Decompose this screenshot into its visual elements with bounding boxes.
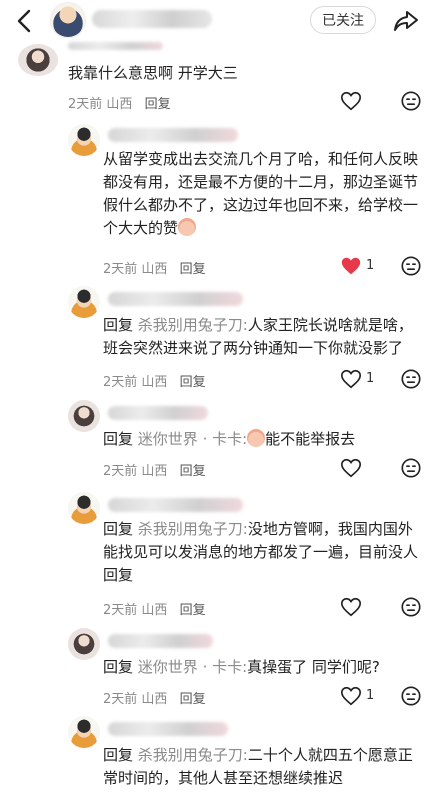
heart-icon[interactable] (340, 368, 362, 390)
comment-meta: 2天前 山西 回复 (103, 688, 206, 707)
reply-button[interactable]: 回复 (180, 375, 206, 390)
reply-prefix: 回复 (103, 430, 134, 448)
username-blurred (108, 634, 213, 648)
heart-icon[interactable] (340, 90, 362, 112)
comment-text: 回复 迷你世界 · 卡卡:真操蛋了 同学们呢? (103, 656, 423, 679)
comment-text: 回复 杀我别用兔子刀:人家王院长说啥就是啥，班会突然进来说了两分钟通知一下你就没… (103, 314, 423, 360)
heart-filled-icon[interactable] (340, 255, 362, 277)
comment-time: 2天前 (103, 464, 138, 479)
reply-button[interactable]: 回复 (145, 97, 171, 112)
comment-text: 回复 杀我别用兔子刀:二十个人就四五个愿意正常时间的，其他人甚至还想继续推迟 (103, 744, 423, 790)
comment-location: 山西 (141, 692, 168, 707)
avatar[interactable] (68, 492, 100, 524)
reply-target[interactable]: 杀我别用兔子刀: (138, 746, 248, 764)
comment-location: 山西 (141, 262, 168, 277)
reply-button[interactable]: 回复 (180, 262, 206, 277)
username-blurred (108, 498, 243, 512)
heart-icon[interactable] (340, 596, 362, 618)
avatar[interactable] (68, 400, 100, 432)
reply-target[interactable]: 迷你世界 · 卡卡: (138, 658, 247, 676)
dislike-face-icon[interactable] (400, 685, 422, 707)
username-blurred (108, 722, 228, 736)
comment-text: 回复 杀我别用兔子刀:没地方管啊，我国内国外能找见可以发消息的地方都发了一遍，目… (103, 518, 423, 587)
comment-meta: 2天前 山西 回复 (103, 258, 206, 277)
comment-meta: 2天前 山西 回复 (103, 371, 206, 390)
reply-button[interactable]: 回复 (180, 603, 206, 618)
comment-text: 回复 迷你世界 · 卡卡: 能不能举报去 (103, 428, 423, 451)
avatar[interactable] (18, 44, 58, 76)
comment-body: 真操蛋了 同学们呢? (247, 658, 380, 676)
reply-prefix: 回复 (103, 658, 134, 676)
reply-prefix: 回复 (103, 520, 134, 538)
chevron-left-icon[interactable] (10, 6, 40, 36)
avatar[interactable] (68, 628, 100, 660)
comment-time: 2天前 (68, 97, 103, 112)
dislike-face-icon[interactable] (400, 368, 422, 390)
comment-time: 2天前 (103, 262, 138, 277)
comment-body: 从留学变成出去交流几个月了哈，和任何人反映都没有用，还是最不方便的十二月，那边圣… (103, 150, 419, 237)
heart-icon[interactable] (340, 457, 362, 479)
avatar[interactable] (68, 716, 100, 748)
comment-body: 能不能举报去 (265, 430, 356, 448)
peach-emoji-icon (178, 218, 197, 236)
username-blurred (108, 406, 208, 420)
author-name-blurred (92, 10, 212, 28)
top-bar: 已关注 (0, 0, 435, 44)
comment-meta: 2天前 山西 回复 (103, 460, 206, 479)
heart-icon[interactable] (340, 685, 362, 707)
dislike-face-icon[interactable] (400, 90, 422, 112)
author-avatar[interactable] (50, 2, 86, 38)
comment-location: 山西 (106, 97, 133, 112)
reply-button[interactable]: 回复 (180, 464, 206, 479)
avatar[interactable] (68, 124, 100, 156)
comment-time: 2天前 (103, 692, 138, 707)
reply-target[interactable]: 杀我别用兔子刀: (138, 520, 248, 538)
dislike-face-icon[interactable] (400, 596, 422, 618)
username-blurred (108, 128, 238, 142)
comment-meta: 2天前 山西 回复 (103, 599, 206, 618)
like-count: 1 (366, 258, 375, 273)
avatar[interactable] (68, 286, 100, 318)
reply-target[interactable]: 杀我别用兔子刀: (138, 316, 248, 334)
username-blurred (108, 292, 243, 306)
comment-text: 我靠什么意思啊 开学大三 (68, 64, 238, 82)
reply-prefix: 回复 (103, 316, 134, 334)
comment-time: 2天前 (103, 375, 138, 390)
comment-location: 山西 (141, 464, 168, 479)
reply-prefix: 回复 (103, 746, 134, 764)
like-count: 1 (366, 371, 375, 386)
comment-meta: 2天前 山西 回复 (68, 93, 171, 112)
follow-button[interactable]: 已关注 (310, 6, 376, 34)
comment-time: 2天前 (103, 603, 138, 618)
reply-target[interactable]: 迷你世界 · 卡卡: (138, 430, 247, 448)
comment-location: 山西 (141, 603, 168, 618)
dislike-face-icon[interactable] (400, 255, 422, 277)
like-count: 1 (366, 688, 375, 703)
comment-location: 山西 (141, 375, 168, 390)
comment-text: 从留学变成出去交流几个月了哈，和任何人反映都没有用，还是最不方便的十二月，那边圣… (103, 148, 423, 240)
share-icon[interactable] (392, 7, 420, 35)
dislike-face-icon[interactable] (400, 457, 422, 479)
reply-button[interactable]: 回复 (180, 692, 206, 707)
username-blurred (68, 42, 163, 50)
peach-emoji-icon (247, 429, 266, 447)
